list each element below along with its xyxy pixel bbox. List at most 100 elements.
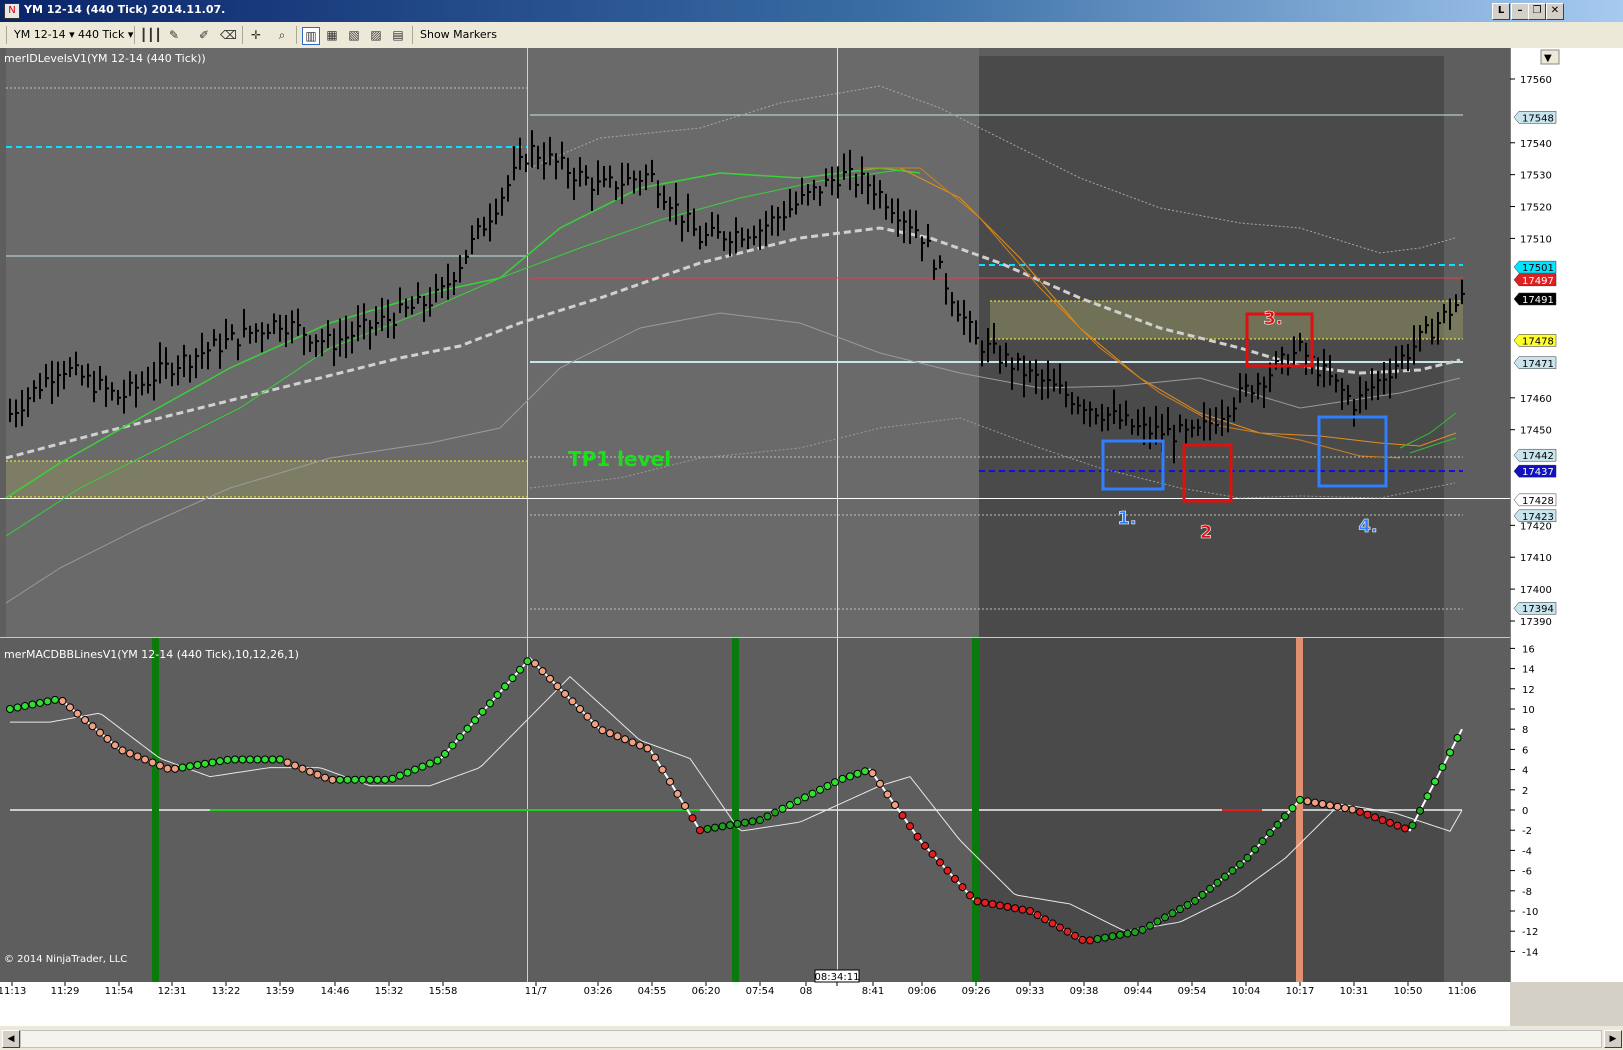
macd-tick-label: -12 <box>1522 927 1538 938</box>
macd-dot <box>501 682 509 691</box>
macd-tick-label: -10 <box>1522 907 1538 918</box>
scroll-left-icon[interactable]: ◀ <box>2 1030 20 1048</box>
macd-dot <box>441 749 449 758</box>
time-label: 09:44 <box>1124 986 1153 997</box>
macd-dot <box>681 801 689 810</box>
price-tick-label: 17450 <box>1520 426 1552 437</box>
properties-icon[interactable]: ▨ <box>368 27 384 43</box>
macd-dot <box>996 901 1004 910</box>
macd-dot <box>88 722 97 731</box>
price-marker-label: 17442 <box>1522 451 1554 462</box>
macd-dot <box>523 657 532 666</box>
macd-dot <box>643 744 652 753</box>
macd-dot <box>928 850 937 859</box>
macd-dot <box>351 775 359 784</box>
time-label: 09:54 <box>1178 986 1207 997</box>
macd-dot <box>73 709 82 718</box>
macd-dot <box>598 726 607 735</box>
macd-dot <box>1243 853 1252 862</box>
data-box-icon[interactable]: ▤ <box>390 27 406 43</box>
macd-dot <box>591 720 599 729</box>
macd-dot <box>958 883 967 892</box>
chart-area[interactable]: 1. 2 3. 4. TP1 level 17560 17540 17530 17520 17… <box>0 48 1623 1026</box>
macd-dot <box>771 808 779 817</box>
macd-dot <box>1213 878 1222 887</box>
macd-dot <box>366 775 374 784</box>
price-marker-label: 17471 <box>1522 359 1554 370</box>
maximize-button[interactable]: ❐ <box>1528 3 1546 20</box>
macd-dot <box>561 689 569 698</box>
macd-dot <box>1131 928 1139 937</box>
macd-dot <box>606 729 614 738</box>
macd-tick-label: 0 <box>1522 806 1528 817</box>
scroll-right-icon[interactable]: ▶ <box>1604 1030 1622 1048</box>
macd-dot <box>1251 845 1259 854</box>
chart-style-icon[interactable]: ▥ <box>302 27 320 45</box>
macd-dot <box>1078 935 1087 944</box>
macd-dot <box>696 826 704 835</box>
macd-dot <box>411 765 419 774</box>
close-button[interactable]: ✕ <box>1546 3 1564 20</box>
time-label: 10:50 <box>1394 986 1423 997</box>
macd-dot <box>748 817 757 826</box>
scroll-track[interactable] <box>20 1030 1602 1048</box>
price-marker: 17491 <box>1513 292 1557 306</box>
crosshair-icon[interactable]: ✛ <box>248 27 264 43</box>
macd-dot <box>96 728 104 737</box>
price-tick-label: 17530 <box>1520 171 1552 182</box>
panel-dropdown-icon[interactable]: ▼ <box>1544 53 1552 64</box>
macd-dot <box>936 858 944 867</box>
macd-dot <box>201 759 209 768</box>
macd-dot <box>1236 860 1244 869</box>
macd-dot <box>43 697 52 706</box>
macd-dot <box>666 777 674 786</box>
macd-dot <box>913 832 922 841</box>
macd-dot <box>741 818 749 827</box>
interval-selector[interactable]: 440 Tick ▾ <box>78 26 133 44</box>
macd-dot <box>493 690 502 699</box>
indicators-icon[interactable]: ▦ <box>324 27 340 43</box>
macd-dot <box>1063 927 1072 936</box>
macd-indicator-label: merMACDBBLinesV1(YM 12-14 (440 Tick),10,… <box>4 648 299 661</box>
macd-dot <box>313 770 322 779</box>
drawing-pencil-icon[interactable]: ✎ <box>166 27 182 43</box>
link-button[interactable]: L <box>1492 3 1510 20</box>
macd-dot <box>268 755 277 764</box>
time-label: 8:41 <box>862 986 884 997</box>
time-label: 04:55 <box>638 986 667 997</box>
macd-dot <box>823 782 832 791</box>
price-tick-label: 17460 <box>1520 394 1552 405</box>
draw-tool-icon[interactable]: ✐ <box>196 27 212 43</box>
macd-dot <box>418 762 427 771</box>
macd-tick-label: -6 <box>1522 867 1532 878</box>
bar-type-icon[interactable]: ┃┃┃ <box>140 27 162 43</box>
eraser-icon[interactable]: ⌫ <box>220 27 237 43</box>
macd-dot <box>726 821 734 830</box>
minimize-button[interactable]: – <box>1511 3 1529 20</box>
macd-dot <box>786 800 794 809</box>
show-markers-button[interactable]: Show Markers <box>420 26 497 44</box>
macd-dot <box>1003 902 1012 911</box>
strategies-icon[interactable]: ▧ <box>346 27 362 43</box>
price-tick-label: 17510 <box>1520 234 1552 245</box>
horizontal-scrollbar[interactable]: ◀ ▶ <box>0 1026 1623 1050</box>
macd-dot <box>111 741 119 750</box>
price-marker-label: 17491 <box>1522 295 1554 306</box>
macd-dot <box>951 874 959 883</box>
macd-dot <box>1093 935 1102 944</box>
macd-dot <box>456 733 464 742</box>
macd-dot <box>1116 930 1124 939</box>
price-marker: 17501 <box>1513 260 1557 274</box>
macd-dot <box>943 866 952 875</box>
instrument-selector[interactable]: YM 12-14 ▾ <box>14 26 75 44</box>
macd-dot <box>966 891 974 900</box>
zoom-icon[interactable]: ⌕ <box>274 27 290 43</box>
macd-dot <box>831 778 839 787</box>
macd-dot <box>283 758 292 767</box>
macd-dot <box>838 774 847 783</box>
macd-dot <box>1288 804 1297 813</box>
time-label: 14:46 <box>321 986 350 997</box>
macd-dot <box>876 779 884 788</box>
macd-dot <box>538 667 547 676</box>
macd-dot <box>1221 872 1229 881</box>
